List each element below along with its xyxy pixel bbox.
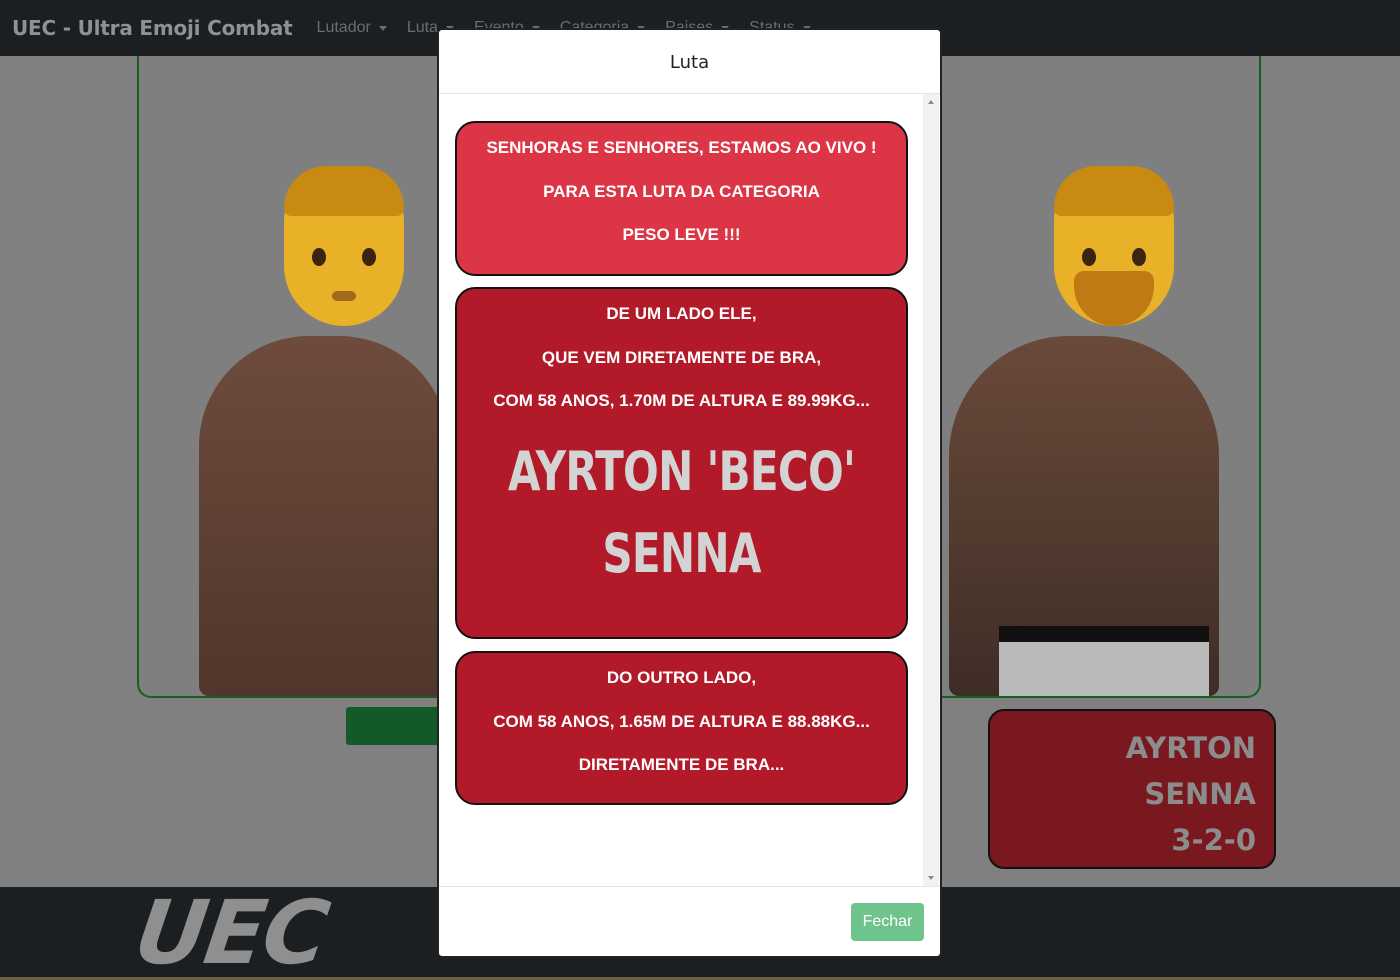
fighter1-name-line2: SENNA <box>602 521 761 585</box>
close-button[interactable]: Fechar <box>851 903 924 941</box>
fighter1-line: COM 58 ANOS, 1.70M DE ALTURA E 89.99KG..… <box>493 391 870 410</box>
footer-logo: UEC <box>128 881 334 980</box>
fighter1-announcement: DE UM LADO ELE, QUE VEM DIRETAMENTE DE B… <box>455 287 908 639</box>
scroll-down-icon[interactable] <box>928 876 934 880</box>
record-first-name: AYRTON <box>1125 731 1256 765</box>
modal-body[interactable]: SENHORAS E SENHORES, ESTAMOS AO VIVO ! P… <box>439 94 940 886</box>
fighter2-line: DIRETAMENTE DE BRA... <box>578 755 785 774</box>
fight-modal: Luta SENHORAS E SENHORES, ESTAMOS AO VIV… <box>437 28 942 958</box>
chevron-down-icon <box>378 25 387 31</box>
man-emoji-icon <box>284 166 404 326</box>
fighter-left-torso <box>199 336 449 696</box>
fighter-left-image <box>159 166 459 696</box>
emoji-mouth <box>332 291 356 301</box>
nav-lutador[interactable]: Lutador <box>317 19 387 37</box>
fighter1-line: DE UM LADO ELE, <box>606 304 757 323</box>
fighter-right-shorts <box>999 626 1209 696</box>
modal-title: Luta <box>669 52 710 73</box>
intro-line: PARA ESTA LUTA DA CATEGORIA <box>543 181 820 201</box>
emoji-eye-left <box>312 248 326 266</box>
fighter-right-image <box>919 166 1239 696</box>
scroll-up-icon[interactable] <box>928 100 934 104</box>
emoji-hair <box>284 166 404 216</box>
brand-title[interactable]: UEC - Ultra Emoji Combat <box>12 16 293 40</box>
emoji-eye-left <box>1082 248 1096 266</box>
intro-line: PESO LEVE !!! <box>622 225 741 244</box>
fighter2-line: DO OUTRO LADO, <box>606 668 757 687</box>
record-last-name: SENNA <box>1144 777 1256 811</box>
modal-scrollbar[interactable] <box>923 94 939 886</box>
nav-luta-label: Luta <box>406 19 438 36</box>
fighter2-announcement: DO OUTRO LADO, COM 58 ANOS, 1.65M DE ALT… <box>455 651 908 805</box>
bearded-man-emoji-icon <box>1054 166 1174 326</box>
fighter2-line: COM 58 ANOS, 1.65M DE ALTURA E 88.88KG..… <box>493 711 870 731</box>
fighter-record-card: AYRTON SENNA 3-2-0 <box>988 709 1276 869</box>
fighter1-line: QUE VEM DIRETAMENTE DE BRA, <box>541 347 822 367</box>
intro-announcement: SENHORAS E SENHORES, ESTAMOS AO VIVO ! P… <box>455 121 908 276</box>
intro-line: SENHORAS E SENHORES, ESTAMOS AO VIVO ! <box>486 138 877 157</box>
emoji-beard <box>1074 271 1154 326</box>
fighter1-name-line1: AYRTON 'BECO' <box>507 439 856 503</box>
record-score: 3-2-0 <box>1171 823 1256 857</box>
emoji-eye-right <box>1132 248 1146 266</box>
emoji-eye-right <box>362 248 376 266</box>
modal-header: Luta <box>439 30 940 94</box>
nav-lutador-label: Lutador <box>316 19 371 36</box>
modal-footer: Fechar <box>439 886 940 958</box>
emoji-hair <box>1054 166 1174 216</box>
